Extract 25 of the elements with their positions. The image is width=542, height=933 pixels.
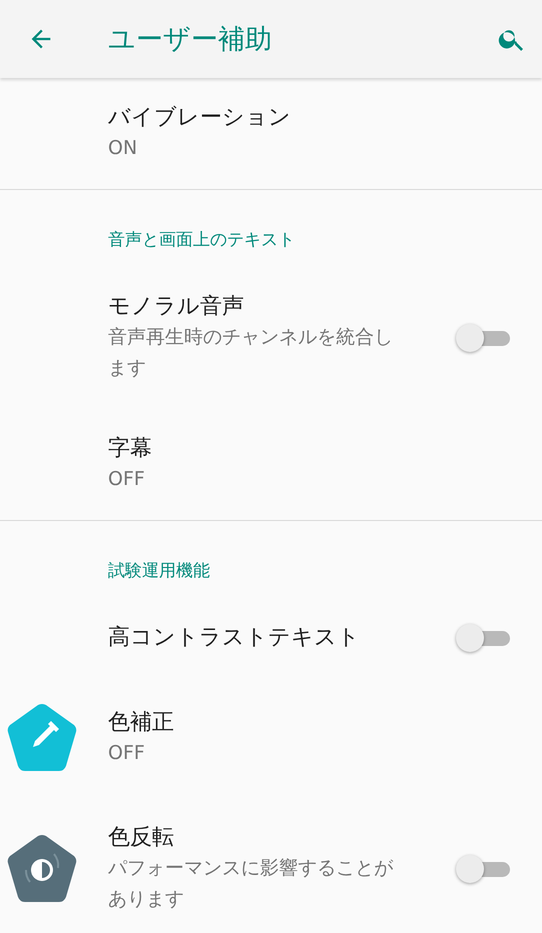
toggle-switch[interactable] [456, 623, 512, 653]
setting-item[interactable]: 色反転 パフォーマンスに影響することがあります [0, 798, 542, 933]
section-header: 音声と画面上のテキスト [107, 229, 296, 252]
setting-summary: OFF [108, 467, 146, 492]
setting-summary: ON [108, 136, 138, 161]
setting-title: バイブレーション [108, 104, 292, 132]
setting-title: 高コントラストテキスト [108, 624, 361, 652]
setting-item[interactable]: 字幕 OFF [0, 409, 542, 520]
setting-item[interactable]: 高コントラストテキスト [0, 598, 542, 678]
screen-title: ユーザー補助 [108, 23, 273, 57]
toggle-switch[interactable] [456, 854, 512, 884]
setting-title: 色補正 [108, 708, 175, 736]
setting-title: モノラル音声 [108, 293, 245, 321]
eyedropper-icon [6, 703, 78, 773]
setting-summary: OFF [108, 740, 146, 766]
setting-item[interactable]: モノラル音声 音声再生時のチャンネルを統合します [0, 267, 542, 409]
setting-item[interactable]: バイブレーション ON [0, 78, 542, 189]
toggle-switch[interactable] [456, 323, 512, 353]
setting-summary: 音声再生時のチャンネルを統合します [108, 325, 394, 381]
setting-title: 色反転 [108, 824, 175, 852]
setting-title: 字幕 [108, 435, 153, 463]
setting-item[interactable]: 色補正 OFF [0, 678, 542, 798]
setting-summary: パフォーマンスに影響することがあります [108, 856, 394, 912]
section-header: 試験運用機能 [107, 560, 211, 583]
contrast-icon [6, 834, 78, 904]
